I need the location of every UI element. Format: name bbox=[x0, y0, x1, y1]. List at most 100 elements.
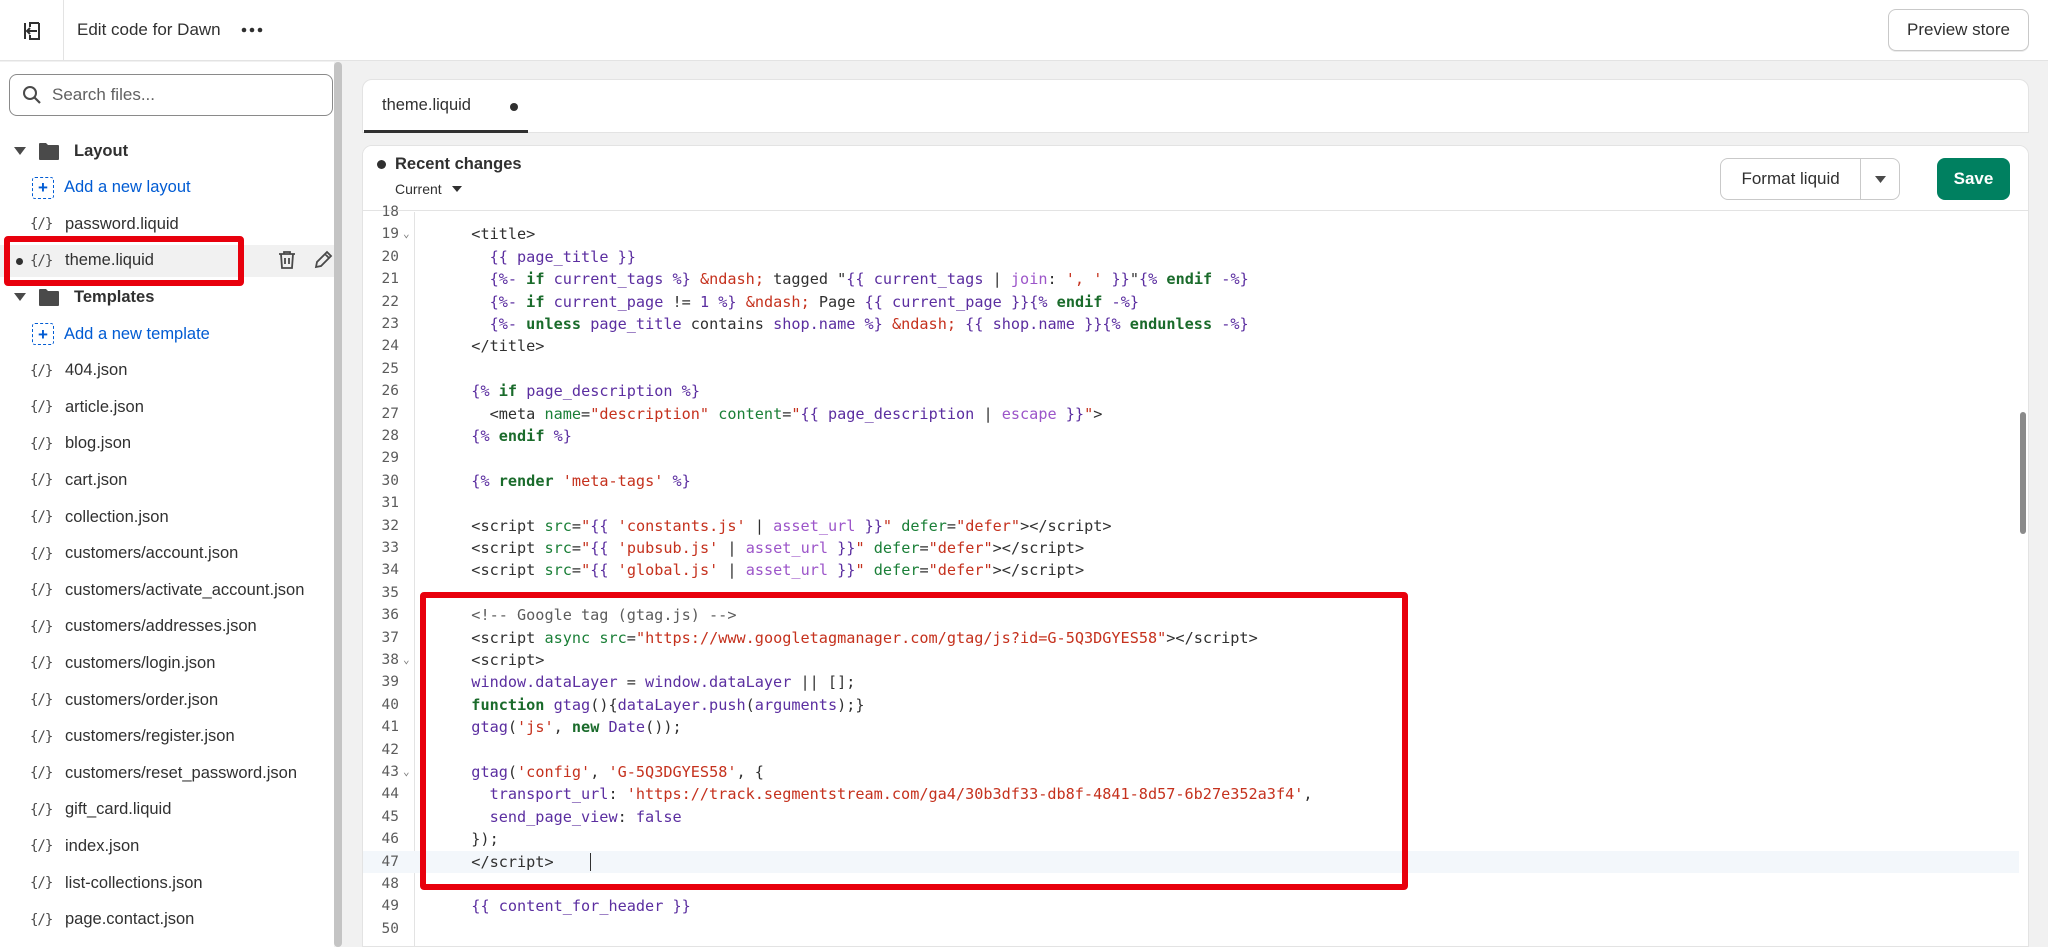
code-text: {%- if current_tags %} &ndash; tagged "{… bbox=[489, 270, 1249, 289]
file-label: customers/activate_account.json bbox=[65, 580, 305, 599]
editor-scrollbar[interactable] bbox=[2020, 412, 2026, 534]
code-line[interactable]: 26 {% if page_description %} bbox=[363, 380, 2019, 402]
file-index-json[interactable]: {/} index.json bbox=[0, 830, 334, 862]
file-sidebar: Layout + Add a new layout {/} password.liqui… bbox=[0, 62, 334, 947]
format-options-button[interactable] bbox=[1861, 159, 1899, 199]
line-number: 18 bbox=[381, 204, 399, 220]
liquid-file-icon: {/} bbox=[30, 362, 53, 379]
file-label: cart.json bbox=[65, 470, 128, 489]
file-page-contact-json[interactable]: {/} page.contact.json bbox=[0, 904, 334, 936]
add-layout-link[interactable]: + Add a new layout bbox=[0, 172, 334, 204]
fold-chevron-icon[interactable]: ⌄ bbox=[403, 649, 410, 671]
line-number: 28 bbox=[381, 428, 399, 444]
code-line[interactable]: 29 bbox=[363, 447, 2019, 469]
file-label: page.contact.json bbox=[65, 910, 195, 929]
file-customers-addresses-json[interactable]: {/} customers/addresses.json bbox=[0, 611, 334, 643]
file-gift-card-liquid[interactable]: {/} gift_card.liquid bbox=[0, 794, 334, 826]
file-customers-account-json[interactable]: {/} customers/account.json bbox=[0, 538, 334, 570]
file-article-json[interactable]: {/} article.json bbox=[0, 391, 334, 423]
file-customers-login-json[interactable]: {/} customers/login.json bbox=[0, 647, 334, 679]
code-text: <meta name="description" content="{{ pag… bbox=[489, 404, 1103, 423]
line-number: 24 bbox=[381, 338, 399, 355]
file-customers-register-json[interactable]: {/} customers/register.json bbox=[0, 721, 334, 753]
file-customers-order-json[interactable]: {/} customers/order.json bbox=[0, 684, 334, 716]
file-collection-json[interactable]: {/} collection.json bbox=[0, 501, 334, 533]
search-icon bbox=[23, 86, 41, 104]
line-number: 19 bbox=[381, 226, 399, 243]
add-link-label: Add a new template bbox=[64, 324, 210, 343]
line-number: 30 bbox=[381, 472, 399, 489]
code-line[interactable]: 22 {%- if current_page != 1 %} &ndash; P… bbox=[363, 291, 2019, 313]
line-number: 33 bbox=[381, 540, 399, 556]
file-label: article.json bbox=[65, 397, 144, 416]
code-line[interactable]: 28 {% endif %} bbox=[363, 425, 2019, 447]
code-line[interactable]: 23 {%- unless page_title contains shop.n… bbox=[363, 313, 2019, 335]
code-line[interactable]: 33 <script src="{{ 'pubsub.js' | asset_u… bbox=[363, 537, 2019, 559]
file-label: customers/register.json bbox=[65, 727, 235, 746]
code-text: {% endif %} bbox=[471, 427, 572, 445]
line-number: 39 bbox=[381, 674, 399, 691]
file-blog-json[interactable]: {/} blog.json bbox=[0, 428, 334, 460]
tab-theme-liquid[interactable]: theme.liquid bbox=[364, 80, 528, 133]
exit-editor-button[interactable] bbox=[0, 0, 64, 61]
liquid-file-icon: {/} bbox=[30, 801, 53, 818]
fold-chevron-icon[interactable]: ⌄ bbox=[403, 761, 410, 783]
code-text: {% if page_description %} bbox=[471, 382, 700, 401]
line-number: 32 bbox=[381, 517, 399, 534]
file-label: customers/account.json bbox=[65, 544, 239, 563]
code-line[interactable]: 49 {{ content_for_header }} bbox=[363, 895, 2019, 917]
file-customers-reset-password-json[interactable]: {/} customers/reset_password.json bbox=[0, 757, 334, 789]
rename-file-button[interactable] bbox=[312, 249, 334, 271]
file-customers-activate-account-json[interactable]: {/} customers/activate_account.json bbox=[0, 574, 334, 606]
preview-store-button[interactable]: Preview store bbox=[1888, 9, 2029, 51]
tab-bar: theme.liquid bbox=[362, 79, 2029, 133]
line-number: 23 bbox=[381, 316, 399, 332]
version-select[interactable]: Current bbox=[395, 181, 462, 197]
code-line[interactable]: 20 {{ page_title }} bbox=[363, 246, 2019, 268]
file-label: customers/order.json bbox=[65, 690, 219, 709]
code-line[interactable]: 34 <script src="{{ 'global.js' | asset_u… bbox=[363, 559, 2019, 581]
line-number: 41 bbox=[381, 719, 399, 736]
liquid-file-icon: {/} bbox=[30, 399, 53, 416]
code-text: <script src="{{ 'global.js' | asset_url … bbox=[471, 561, 1085, 580]
file-label: customers/reset_password.json bbox=[65, 763, 298, 782]
caret-down-icon bbox=[1874, 175, 1886, 183]
save-button[interactable]: Save bbox=[1937, 158, 2010, 200]
trash-icon bbox=[279, 251, 295, 270]
code-line[interactable]: 19 ⌄ <title> bbox=[363, 223, 2019, 245]
file-list-collections-json[interactable]: {/} list-collections.json bbox=[0, 867, 334, 899]
code-line[interactable]: 21 {%- if current_tags %} &ndash; tagged… bbox=[363, 268, 2019, 290]
line-number: 35 bbox=[381, 584, 399, 601]
add-file-icon: + bbox=[32, 176, 54, 199]
format-liquid-button[interactable]: Format liquid bbox=[1721, 159, 1862, 199]
folder-templates[interactable]: Templates bbox=[0, 281, 334, 313]
line-number: 49 bbox=[381, 898, 399, 915]
code-line[interactable]: 31 bbox=[363, 492, 2019, 514]
code-line[interactable]: 27 <meta name="description" content="{{ … bbox=[363, 403, 2019, 425]
code-text: {%- unless page_title contains shop.name… bbox=[489, 315, 1249, 333]
delete-file-button[interactable] bbox=[276, 249, 298, 271]
line-number: 20 bbox=[381, 248, 399, 265]
code-line[interactable]: 32 <script src="{{ 'constants.js' | asse… bbox=[363, 515, 2019, 537]
line-number: 36 bbox=[381, 607, 399, 624]
liquid-file-icon: {/} bbox=[30, 509, 53, 525]
fold-chevron-icon[interactable]: ⌄ bbox=[403, 223, 410, 245]
liquid-file-icon: {/} bbox=[30, 911, 53, 928]
folder-layout[interactable]: Layout bbox=[0, 135, 334, 167]
file-cart-json[interactable]: {/} cart.json bbox=[0, 464, 334, 496]
add-template-link[interactable]: + Add a new template bbox=[0, 318, 334, 350]
code-line[interactable]: 25 bbox=[363, 358, 2019, 380]
code-line[interactable]: 50 bbox=[363, 918, 2019, 940]
more-actions-button[interactable] bbox=[238, 16, 266, 44]
file-404-json[interactable]: {/} 404.json bbox=[0, 355, 334, 387]
code-line[interactable]: 30 {% render 'meta-tags' %} bbox=[363, 470, 2019, 492]
code-line[interactable]: 18 bbox=[363, 201, 2019, 223]
highlight-box-theme-liquid bbox=[4, 236, 244, 286]
code-text: {{ content_for_header }} bbox=[471, 897, 691, 916]
sidebar-scrollbar[interactable] bbox=[334, 62, 342, 947]
code-line[interactable]: 24 </title> bbox=[363, 335, 2019, 357]
search-input[interactable] bbox=[52, 85, 312, 105]
file-label: password.liquid bbox=[65, 214, 179, 233]
top-bar: Edit code for Dawn Preview store bbox=[0, 0, 2048, 61]
line-number: 37 bbox=[381, 629, 399, 646]
